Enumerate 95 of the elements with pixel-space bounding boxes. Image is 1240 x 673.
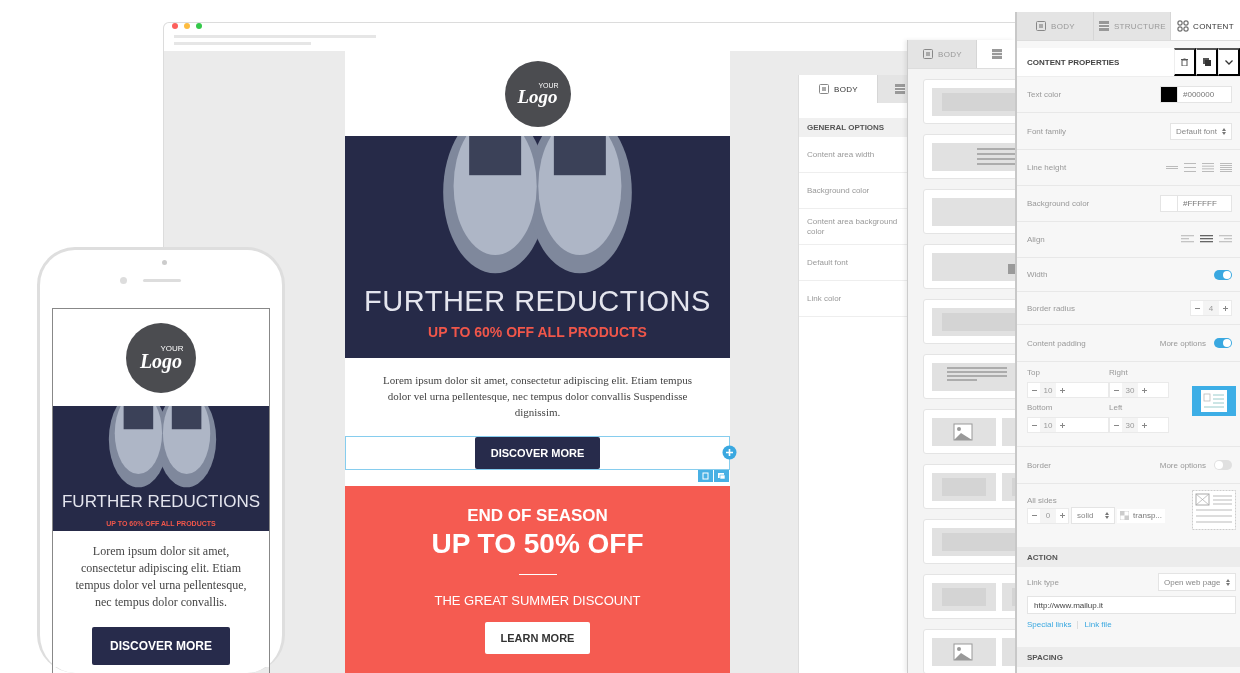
learn-more-button[interactable]: LEARN MORE	[484, 622, 591, 654]
property-label: Align	[1027, 235, 1045, 244]
duplicate-button[interactable]	[1196, 48, 1218, 76]
body-tab-icon	[818, 83, 831, 95]
property-label: Line height	[1027, 163, 1067, 172]
logo-wordmark: Logo	[139, 350, 183, 371]
add-block-icon[interactable]	[722, 445, 737, 460]
content-tab-icon	[1177, 20, 1190, 32]
copy-icon	[1202, 58, 1211, 66]
toggle-switch[interactable]	[1214, 338, 1232, 348]
hero-subtitle: UP TO 60% OFF ALL PRODUCTS	[428, 323, 647, 340]
url-field[interactable]: http://www.mailup.it	[1027, 596, 1236, 614]
camera-icon	[162, 260, 167, 265]
property-label: Background color	[1027, 199, 1090, 208]
toggle-switch[interactable]	[1214, 269, 1232, 280]
dropdown[interactable]: Open web page	[1158, 573, 1236, 591]
body-text: Lorem ipsum dolor sit amet, consectetur adipiscing elit. Etiam tempus dolor vel urna pellentesque, nec tempus dolor convallis.	[74, 543, 248, 611]
block-thumbnail-icon	[932, 363, 1015, 391]
window-minimize-button[interactable]	[184, 23, 190, 29]
field-label: Top	[1027, 368, 1041, 377]
padding-preview-icon	[1192, 385, 1236, 416]
property-label: Width	[1027, 270, 1048, 279]
structure-tab-icon	[894, 83, 906, 95]
structure-tab-icon	[1097, 20, 1110, 32]
panel-tab[interactable]	[976, 40, 1015, 68]
layout-block[interactable]	[923, 299, 1015, 344]
panel-tab[interactable]: BODY	[799, 75, 878, 103]
layout-block[interactable]	[923, 464, 1015, 509]
link[interactable]: Special links	[1027, 620, 1072, 629]
dropdown[interactable]: solid	[1071, 507, 1115, 524]
duplicate-icon[interactable]	[714, 470, 729, 482]
property-label: Border	[1027, 460, 1051, 470]
collapse-button[interactable]	[1218, 48, 1240, 76]
dropdown[interactable]: Default font	[1170, 122, 1232, 140]
hero-title: FURTHER REDUCTIONS	[363, 286, 712, 318]
color-field[interactable]: transp...	[1117, 508, 1165, 523]
block-thumbnail-icon	[932, 253, 1015, 281]
section-header: SPACING	[1017, 647, 1240, 667]
field-label: All sides	[1027, 496, 1057, 505]
property-label: Border radius	[1027, 303, 1076, 313]
discover-more-button[interactable]: DISCOVER MORE	[474, 437, 601, 469]
line-height-icon[interactable]	[1202, 163, 1214, 172]
promo-headline: UP TO 50% OFF	[430, 528, 645, 560]
discover-more-button[interactable]: DISCOVER MORE	[92, 627, 230, 665]
chevron-down-icon	[1224, 59, 1233, 65]
line-height-icon[interactable]	[1220, 163, 1232, 172]
body-tab-icon	[1035, 20, 1048, 32]
body-text: Lorem ipsum dolor sit amet, consectetur adipiscing elit. Etiam tempus dolor vel urna pellentesque, nec tempus dolor convallis Suspendisse dignissim.	[382, 373, 693, 420]
panel-heading: CONTENT PROPERTIES	[1027, 57, 1121, 67]
delete-icon[interactable]	[698, 470, 713, 482]
layout-block[interactable]	[923, 354, 1015, 399]
layout-block[interactable]	[923, 134, 1015, 179]
block-thumbnail-icon	[932, 198, 1015, 226]
layout-block[interactable]	[923, 629, 1015, 673]
speaker-icon	[143, 279, 181, 282]
block-thumbnail-icon	[932, 143, 1015, 171]
section-header: GENERAL OPTIONS	[799, 118, 910, 137]
border-preview-icon	[1192, 490, 1236, 530]
line-height-icon[interactable]	[1166, 163, 1178, 172]
delete-button[interactable]	[1174, 48, 1196, 76]
structure-tab-icon	[990, 48, 1003, 60]
field-label: Right	[1109, 368, 1129, 377]
align-icon[interactable]	[1200, 235, 1213, 244]
trash-icon	[1181, 58, 1188, 66]
promo-kicker: END OF SEASON	[467, 506, 608, 526]
field-label: Left	[1109, 403, 1124, 412]
property-label: Content padding	[1027, 338, 1086, 348]
promo-text: THE GREAT SUMMER DISCOUNT	[434, 593, 641, 608]
property-label: Text color	[1027, 90, 1062, 99]
color-field[interactable]: #000000	[1160, 86, 1232, 103]
layout-block[interactable]	[923, 409, 1015, 454]
layout-block[interactable]	[923, 519, 1015, 564]
panel-tab[interactable]: CONTENT	[1171, 12, 1240, 40]
section-header: ACTION	[1017, 547, 1240, 567]
window-close-button[interactable]	[172, 23, 178, 29]
link[interactable]: Link file	[1084, 620, 1112, 629]
caret-icon	[1222, 127, 1226, 135]
logo-caption: YOUR	[160, 344, 184, 353]
more-options-label: More options	[1159, 338, 1206, 348]
property-label: Link type	[1027, 577, 1060, 587]
field-label: Bottom	[1027, 403, 1054, 412]
caret-icon	[1105, 512, 1109, 519]
layout-block[interactable]	[923, 574, 1015, 619]
layout-block[interactable]	[923, 79, 1015, 124]
sensor-icon	[120, 277, 127, 284]
caret-icon	[1226, 578, 1230, 586]
color-field[interactable]: #FFFFFF	[1160, 195, 1232, 212]
more-options-label: More options	[1159, 460, 1206, 470]
body-tab-icon	[922, 48, 934, 60]
property-label: Font family	[1027, 126, 1067, 136]
window-maximize-button[interactable]	[196, 23, 202, 29]
transparent-swatch-icon	[1120, 511, 1129, 520]
line-height-icon[interactable]	[1184, 163, 1196, 172]
hero-title: FURTHER REDUCTIONS	[61, 493, 261, 512]
toggle-switch[interactable]	[1214, 460, 1232, 470]
